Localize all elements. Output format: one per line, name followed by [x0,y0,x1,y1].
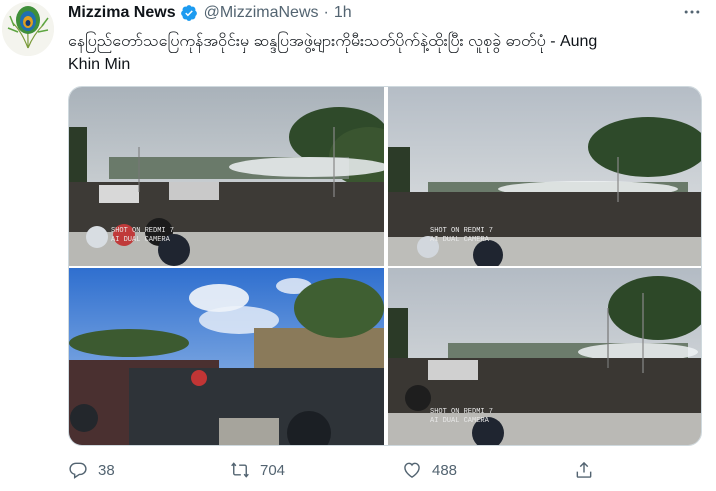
separator-dot: · [323,4,329,21]
media-grid: SHOT ON REDMI 7 AI DUAL CAMERA SHOT ON R… [68,86,702,446]
avatar[interactable] [2,2,54,56]
peacock-feather-icon [2,2,54,56]
more-options-icon[interactable] [680,2,704,22]
heart-icon [404,462,420,478]
like-count: 488 [432,461,458,479]
verified-badge-icon [180,4,198,22]
photo-4[interactable]: SHOT ON REDMI 7 AI DUAL CAMERA [388,268,701,445]
photo-1[interactable]: SHOT ON REDMI 7 AI DUAL CAMERA [69,87,384,266]
share-button[interactable] [574,458,594,482]
tweet-header: Mizzima News @MizzimaNews · 1h [68,3,352,23]
reply-button[interactable]: 38 [68,458,115,482]
reply-icon [69,462,87,479]
watermark: SHOT ON REDMI 7 AI DUAL CAMERA [430,227,494,244]
retweet-button[interactable]: 704 [230,458,285,482]
author-name[interactable]: Mizzima News [68,4,176,22]
action-bar: 38 704 488 [68,458,628,482]
watermark: SHOT ON REDMI 7 AI DUAL CAMERA [111,227,175,244]
like-button[interactable]: 488 [402,458,457,482]
share-icon [576,461,592,478]
reply-count: 38 [98,461,115,479]
retweet-count: 704 [260,461,286,479]
tweet-card[interactable]: Mizzima News @MizzimaNews · 1h နေပြည်တော… [0,0,716,491]
tweet-time[interactable]: 1h [334,4,352,22]
retweet-icon [231,462,249,478]
photo-3[interactable] [69,268,384,445]
author-handle[interactable]: @MizzimaNews [204,4,319,22]
watermark: SHOT ON REDMI 7 AI DUAL CAMERA [430,408,494,425]
tweet-text: နေပြည်တော်သပြေကုန်အဝိုင်းမှ ဆန္ဒပြအဖွဲ့မ… [68,33,598,73]
photo-2[interactable]: SHOT ON REDMI 7 AI DUAL CAMERA [388,87,701,266]
